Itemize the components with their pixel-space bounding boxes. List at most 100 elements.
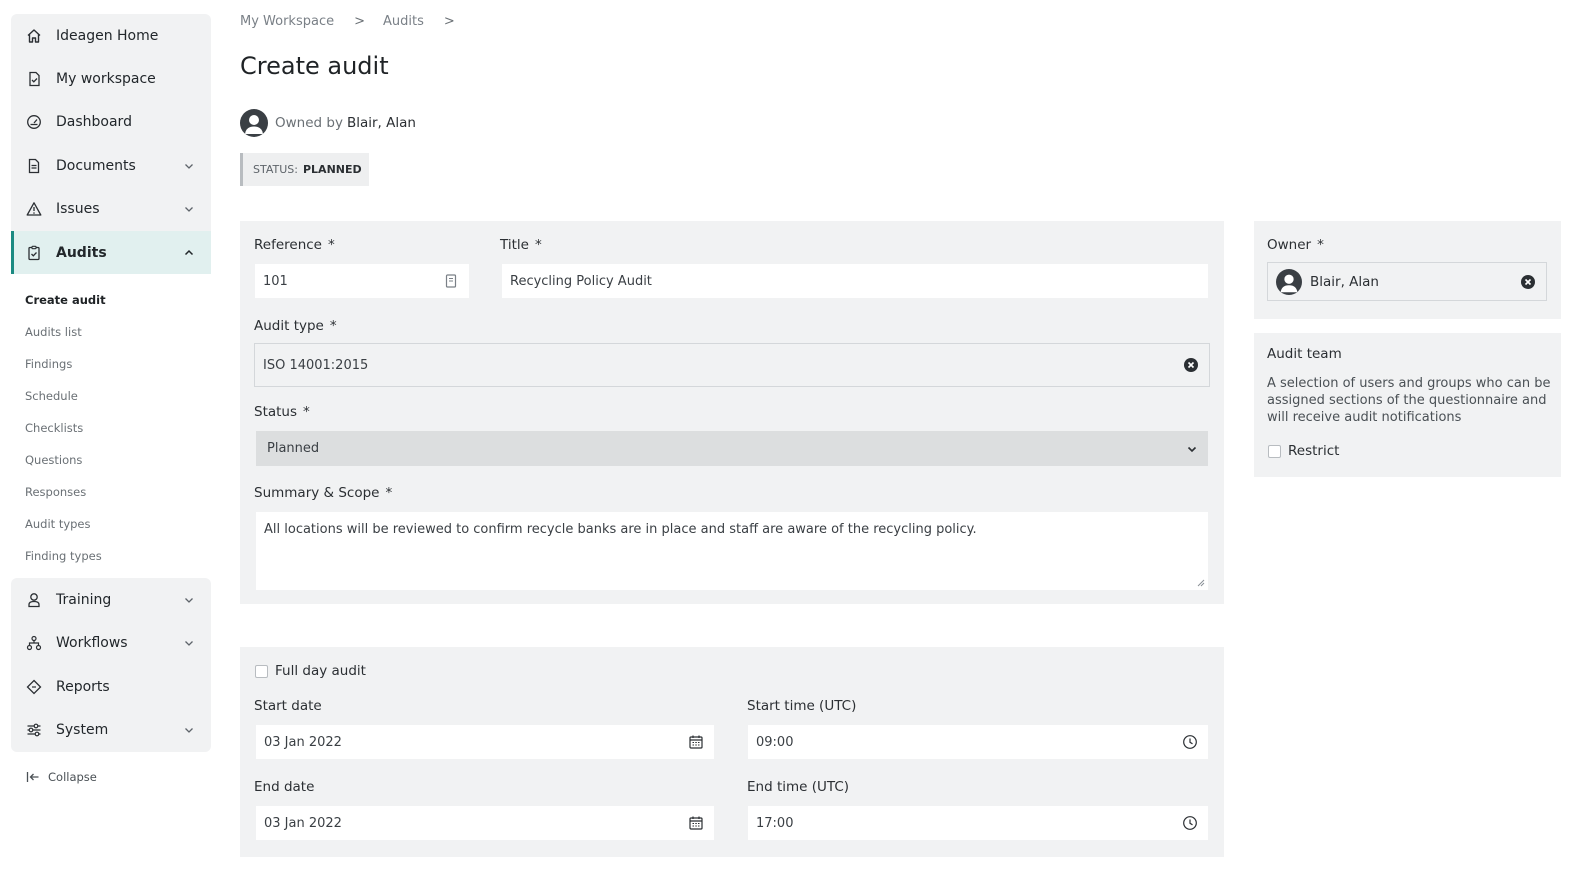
warning-icon — [25, 200, 43, 218]
audit-type-label: Audit type * — [254, 318, 337, 334]
nav-item-reports[interactable]: Reports — [11, 665, 211, 708]
nav-item-label: Audits — [56, 244, 107, 261]
audit-details-panel: Reference * 101 Title * Recycling Policy A… — [240, 221, 1224, 604]
owner-label: Owner * — [1267, 237, 1324, 253]
owned-by: Owned by Blair, Alan — [240, 109, 416, 137]
required-mark: * — [303, 404, 310, 420]
reference-label: Reference * — [254, 237, 335, 253]
subnav-responses[interactable]: Responses — [11, 476, 211, 508]
audit-team-description: A selection of users and groups who can … — [1267, 376, 1551, 425]
nav-item-documents[interactable]: Documents — [11, 144, 211, 187]
chevron-up-icon — [184, 249, 194, 255]
nav-group-secondary: Training Workflows Reports System — [11, 578, 211, 752]
nav-item-label: Ideagen Home — [56, 27, 159, 44]
sidebar: Ideagen Home My workspace Dashboard Docu… — [11, 0, 211, 784]
subnav-create-audit[interactable]: Create audit — [11, 284, 211, 316]
document-icon — [25, 157, 43, 175]
subnav-checklists[interactable]: Checklists — [11, 412, 211, 444]
workspace-icon — [25, 70, 43, 88]
start-time-field[interactable]: 09:00 — [748, 725, 1208, 759]
nav-item-issues[interactable]: Issues — [11, 188, 211, 231]
clear-icon[interactable] — [1183, 357, 1199, 373]
owner-name: Blair, Alan — [346, 115, 416, 131]
audit-team-title: Audit team — [1267, 346, 1342, 362]
schedule-panel: Full day audit Start date 03 Jan 2022 St… — [240, 647, 1224, 857]
restrict-label: Restrict — [1288, 443, 1340, 459]
breadcrumb-my-workspace[interactable]: My Workspace — [240, 14, 334, 29]
breadcrumb-audits[interactable]: Audits — [383, 14, 424, 29]
start-date-field[interactable]: 03 Jan 2022 — [256, 725, 714, 759]
status-label: Status * — [254, 404, 310, 420]
required-mark: * — [534, 237, 542, 253]
subnav-audit-types[interactable]: Audit types — [11, 508, 211, 540]
nav-item-label: Documents — [56, 157, 136, 174]
nav-item-label: My workspace — [56, 71, 156, 88]
full-day-label: Full day audit — [275, 663, 366, 679]
required-mark: * — [329, 318, 337, 334]
reports-icon — [25, 678, 43, 696]
nav-item-dashboard[interactable]: Dashboard — [11, 101, 211, 144]
calendar-icon[interactable] — [688, 815, 704, 831]
subnav-questions[interactable]: Questions — [11, 444, 211, 476]
resize-handle-icon[interactable] — [1197, 579, 1205, 587]
audit-type-select[interactable]: ISO 14001:2015 — [254, 343, 1210, 387]
nav-item-audits[interactable]: Audits — [11, 230, 211, 275]
collapse-button[interactable]: Collapse — [11, 770, 211, 784]
nav-item-label: Workflows — [56, 635, 128, 652]
required-mark: * — [327, 237, 335, 253]
clear-icon[interactable] — [1520, 274, 1536, 290]
required-mark: * — [1317, 237, 1324, 253]
reference-field[interactable]: 101 — [255, 264, 469, 298]
clipboard-icon — [25, 244, 43, 262]
audits-subnav: Create audit Audits list Findings Schedu… — [11, 274, 211, 578]
chevron-down-icon — [185, 728, 193, 734]
full-day-checkbox[interactable] — [255, 665, 268, 678]
end-date-label: End date — [254, 779, 315, 795]
restrict-checkbox[interactable] — [1268, 445, 1281, 458]
end-time-field[interactable]: 17:00 — [748, 806, 1208, 840]
nav-item-ideagen-home[interactable]: Ideagen Home — [11, 14, 211, 57]
status-select[interactable]: Planned — [256, 431, 1208, 466]
status-badge: STATUS: PLANNED — [240, 153, 369, 186]
subnav-audits-list[interactable]: Audits list — [11, 316, 211, 348]
dashboard-icon — [25, 113, 43, 131]
nav-item-my-workspace[interactable]: My workspace — [11, 57, 211, 100]
status-badge-label: STATUS: — [253, 163, 298, 176]
end-time-value: 17:00 — [756, 815, 794, 831]
summary-textarea[interactable]: All locations will be reviewed to confir… — [256, 512, 1208, 590]
owned-by-prefix: Owned by — [275, 115, 343, 131]
owner-select[interactable]: Blair, Alan — [1267, 262, 1547, 301]
nav-item-label: Training — [56, 592, 112, 609]
breadcrumb-separator: > — [354, 14, 366, 29]
summary-value: All locations will be reviewed to confir… — [264, 522, 977, 537]
end-date-field[interactable]: 03 Jan 2022 — [256, 806, 714, 840]
chevron-down-icon — [1187, 446, 1197, 452]
breadcrumb-separator: > — [443, 14, 455, 29]
avatar — [240, 109, 268, 137]
end-date-value: 03 Jan 2022 — [264, 815, 342, 831]
status-label-text: Status — [254, 404, 298, 420]
title-value: Recycling Policy Audit — [510, 273, 652, 289]
reference-value: 101 — [263, 273, 288, 289]
nav-item-training[interactable]: Training — [11, 578, 211, 621]
calendar-icon[interactable] — [688, 734, 704, 750]
nav-item-workflows[interactable]: Workflows — [11, 622, 211, 665]
subnav-schedule[interactable]: Schedule — [11, 380, 211, 412]
title-field[interactable]: Recycling Policy Audit — [502, 264, 1208, 298]
nav-group-main: Ideagen Home My workspace Dashboard Docu… — [11, 14, 211, 275]
workflow-icon — [25, 634, 43, 652]
chevron-down-icon — [185, 207, 193, 213]
audit-team-panel: Audit team A selection of users and grou… — [1254, 333, 1561, 477]
clock-icon[interactable] — [1182, 815, 1198, 831]
chevron-down-icon — [185, 163, 193, 169]
nav-item-system[interactable]: System — [11, 709, 211, 752]
nav-item-label: System — [56, 722, 109, 739]
subnav-findings[interactable]: Findings — [11, 348, 211, 380]
reference-label-text: Reference — [254, 237, 322, 253]
start-date-label: Start date — [254, 698, 322, 714]
clock-icon[interactable] — [1182, 734, 1198, 750]
end-time-label: End time (UTC) — [747, 779, 850, 795]
book-icon — [445, 274, 457, 288]
summary-label-text: Summary & Scope — [254, 485, 380, 501]
subnav-finding-types[interactable]: Finding types — [11, 540, 211, 572]
